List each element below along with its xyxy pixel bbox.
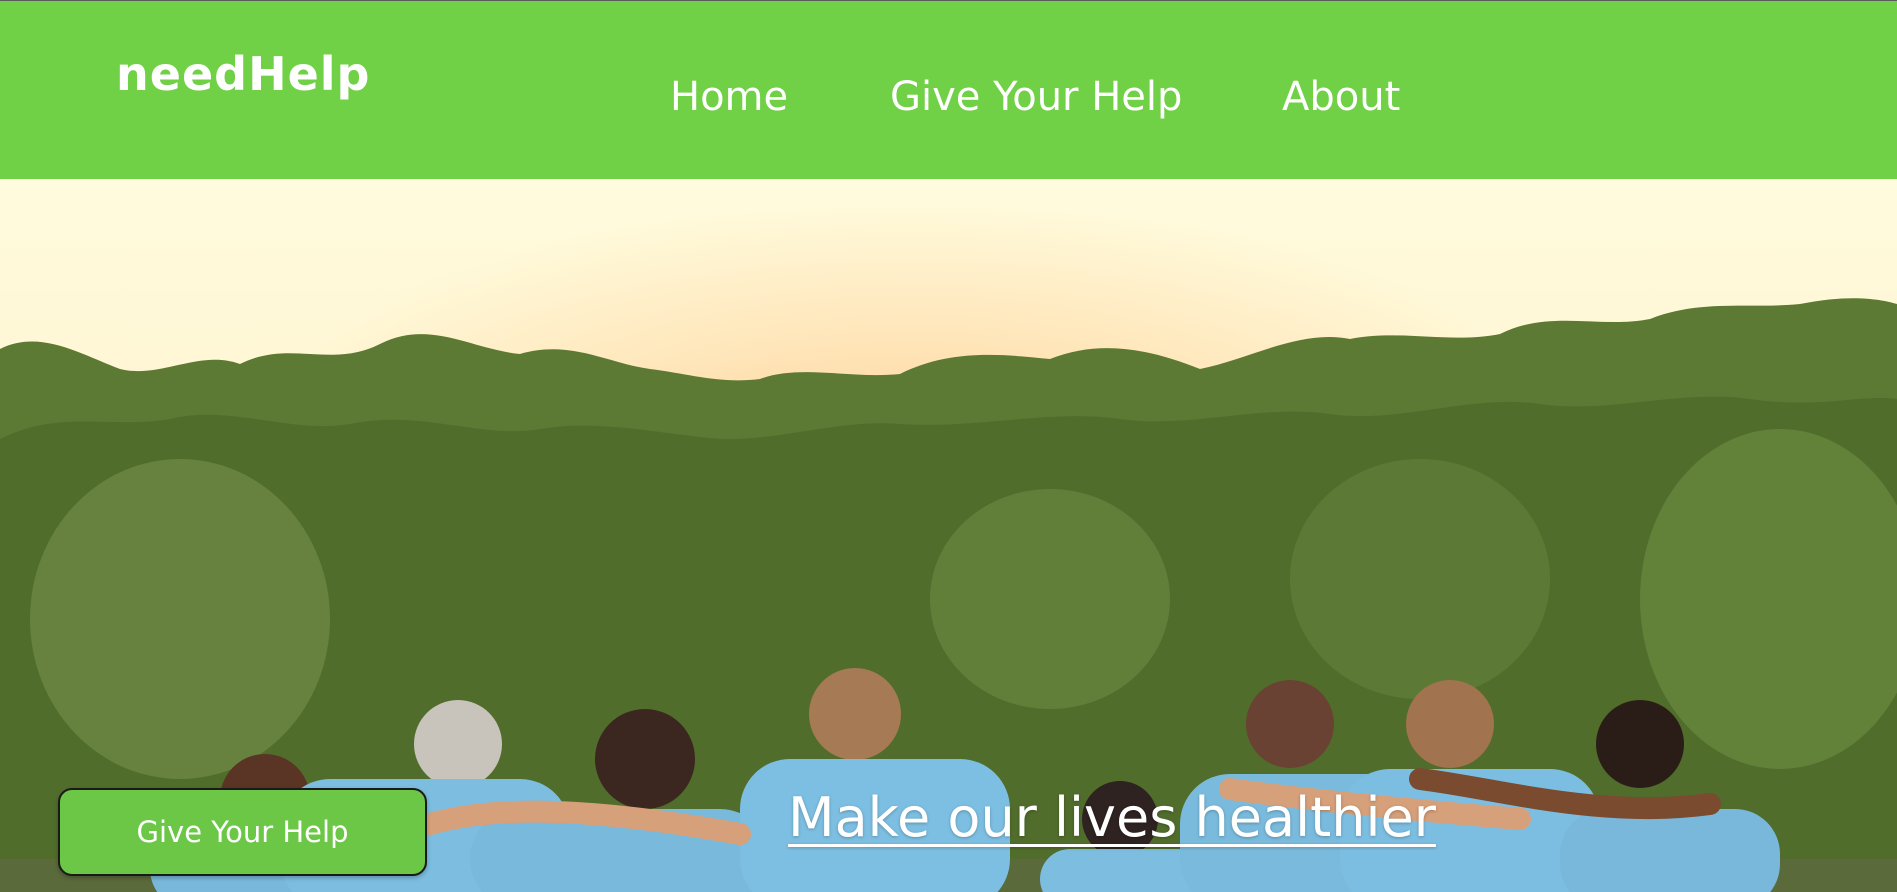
top-navbar: needHelp Home Give Your Help About (0, 0, 1897, 179)
hero-headline-link[interactable]: Make our lives healthier (788, 791, 1436, 845)
give-your-help-button[interactable]: Give Your Help (58, 788, 427, 876)
brand-logo[interactable]: needHelp (116, 51, 370, 97)
nav-link-home[interactable]: Home (670, 77, 788, 117)
nav-link-give-your-help[interactable]: Give Your Help (890, 77, 1182, 117)
hero-section: Give Your Help Make our lives healthier (0, 179, 1897, 892)
nav-link-about[interactable]: About (1282, 77, 1400, 117)
